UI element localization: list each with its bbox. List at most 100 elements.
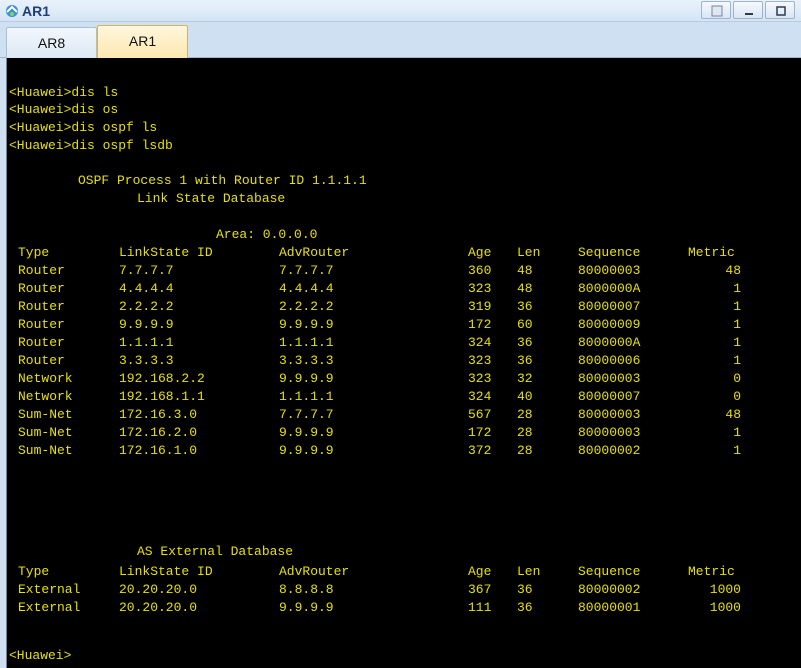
tab-ar8[interactable]: AR8 <box>6 27 97 58</box>
table-cell: 567 <box>468 407 492 422</box>
maximize-button[interactable] <box>765 1 795 19</box>
command-line: <Huawei>dis ospf ls <box>9 120 158 135</box>
table-cell: 367 <box>468 582 492 597</box>
table-cell: 80000002 <box>578 582 641 597</box>
window-controls <box>701 1 795 19</box>
table-row: Router 2.2.2.2 2.2.2.2 319 36 80000007 1 <box>7 299 801 315</box>
table-row: Router 1.1.1.1 1.1.1.1 324 36 8000000A 1 <box>7 335 801 351</box>
window-titlebar[interactable]: AR1 <box>0 0 801 22</box>
table-cell: 8000000A <box>578 335 641 350</box>
table-cell: 9.9.9.9 <box>279 425 334 440</box>
table-row: Network 192.168.1.1 1.1.1.1 324 40 80000007 0 <box>7 389 801 405</box>
table-cell: 1000 <box>709 600 741 615</box>
table-row: Network 192.168.2.2 9.9.9.9 323 32 80000003 0 <box>7 371 801 387</box>
table-cell: 80000009 <box>578 317 641 332</box>
table-cell: 48 <box>517 281 533 296</box>
table-cell: 1.1.1.1 <box>279 389 334 404</box>
table-cell: 36 <box>517 582 533 597</box>
table-cell: External <box>18 582 81 597</box>
terminal-console[interactable]: <Huawei>dis ls <Huawei>dis os <Huawei>di… <box>6 58 801 668</box>
command-line: <Huawei>dis ls <box>9 85 119 100</box>
table-cell: 48 <box>725 407 741 422</box>
column-header-cell: LinkState ID <box>119 245 213 260</box>
table-cell: 3.3.3.3 <box>119 353 174 368</box>
table-cell: 80000003 <box>578 263 641 278</box>
column-header-cell: Age <box>468 245 492 260</box>
column-header-cell: Len <box>517 245 541 260</box>
tab-bar: AR8 AR1 <box>0 22 801 59</box>
table-cell: 80000003 <box>578 371 641 386</box>
table-cell: 7.7.7.7 <box>279 263 334 278</box>
tab-ar1[interactable]: AR1 <box>97 25 188 59</box>
table-cell: 360 <box>468 263 492 278</box>
table-cell: 60 <box>517 317 533 332</box>
ext-db-title: AS External Database <box>137 544 294 559</box>
table-cell: 3.3.3.3 <box>279 353 334 368</box>
table-cell: 80000003 <box>578 407 641 422</box>
table-cell: 80000002 <box>578 443 641 458</box>
table-row: Sum-Net 172.16.3.0 7.7.7.7 567 28 80000003 48 <box>7 407 801 423</box>
table-cell: Network <box>18 371 73 386</box>
table-cell: 9.9.9.9 <box>279 317 334 332</box>
table-row: Router 9.9.9.9 9.9.9.9 172 60 80000009 1 <box>7 317 801 333</box>
table-cell: Router <box>18 299 65 314</box>
table-cell: 36 <box>517 353 533 368</box>
table-cell: 1 <box>733 317 741 332</box>
table-cell: Network <box>18 389 73 404</box>
table-cell: 80000001 <box>578 600 641 615</box>
table-cell: 1 <box>733 335 741 350</box>
table-cell: 172.16.3.0 <box>119 407 198 422</box>
column-header-cell: Len <box>517 564 541 579</box>
minimize-button[interactable] <box>733 1 763 19</box>
table-cell: 172 <box>468 425 492 440</box>
table-cell: 172.16.2.0 <box>119 425 198 440</box>
table-cell: 323 <box>468 353 492 368</box>
table-row: External 20.20.20.0 9.9.9.9 111 36 80000001 10… <box>7 600 801 616</box>
table-cell: Sum-Net <box>18 443 73 458</box>
table-row: Router 4.4.4.4 4.4.4.4 323 48 8000000A 1 <box>7 281 801 297</box>
table-cell: External <box>18 600 81 615</box>
table-cell: 9.9.9.9 <box>279 600 334 615</box>
table-cell: 28 <box>517 443 533 458</box>
table-cell: 7.7.7.7 <box>119 263 174 278</box>
column-header-cell: Metric <box>688 564 735 579</box>
table-cell: 40 <box>517 389 533 404</box>
command-line: <Huawei>dis os <box>9 102 119 117</box>
table-cell: 1.1.1.1 <box>119 335 174 350</box>
table-cell: 323 <box>468 281 492 296</box>
table-cell: 9.9.9.9 <box>279 371 334 386</box>
table-cell: 4.4.4.4 <box>279 281 334 296</box>
table-cell: 0 <box>733 389 741 404</box>
table-cell: 32 <box>517 371 533 386</box>
table-row: External 20.20.20.0 8.8.8.8 367 36 80000002 10… <box>7 582 801 598</box>
table-cell: 36 <box>517 600 533 615</box>
table-cell: 192.168.1.1 <box>119 389 205 404</box>
table-cell: Router <box>18 335 65 350</box>
table-cell: 28 <box>517 407 533 422</box>
table-cell: 172.16.1.0 <box>119 443 198 458</box>
table-cell: 1 <box>733 281 741 296</box>
table-cell: 2.2.2.2 <box>279 299 334 314</box>
table-cell: 1.1.1.1 <box>279 335 334 350</box>
table-cell: 48 <box>725 263 741 278</box>
restore-button[interactable] <box>701 1 731 19</box>
column-header-cell: AdvRouter <box>279 245 350 260</box>
restore-icon <box>711 5 723 17</box>
maximize-icon <box>776 6 786 16</box>
process-header: OSPF Process 1 with Router ID 1.1.1.1 <box>78 173 367 188</box>
table-row: Router 7.7.7.7 7.7.7.7 360 48 80000003 48 <box>7 263 801 279</box>
table-cell: Sum-Net <box>18 425 73 440</box>
table-cell: 111 <box>468 600 492 615</box>
table-cell: 0 <box>733 371 741 386</box>
minimize-icon <box>745 13 753 15</box>
column-header-cell: Type <box>18 564 50 579</box>
window-title: AR1 <box>22 3 51 19</box>
table-cell: 1 <box>733 299 741 314</box>
column-header-cell: Sequence <box>578 245 641 260</box>
table-cell: 80000007 <box>578 389 641 404</box>
table-cell: 324 <box>468 389 492 404</box>
command-line: <Huawei>dis ospf lsdb <box>9 138 173 153</box>
command-prompt[interactable]: <Huawei> <box>9 648 71 664</box>
table-cell: 80000007 <box>578 299 641 314</box>
lsdb-column-header: Type LinkState ID AdvRouter Age Len Sequence M… <box>7 245 801 261</box>
